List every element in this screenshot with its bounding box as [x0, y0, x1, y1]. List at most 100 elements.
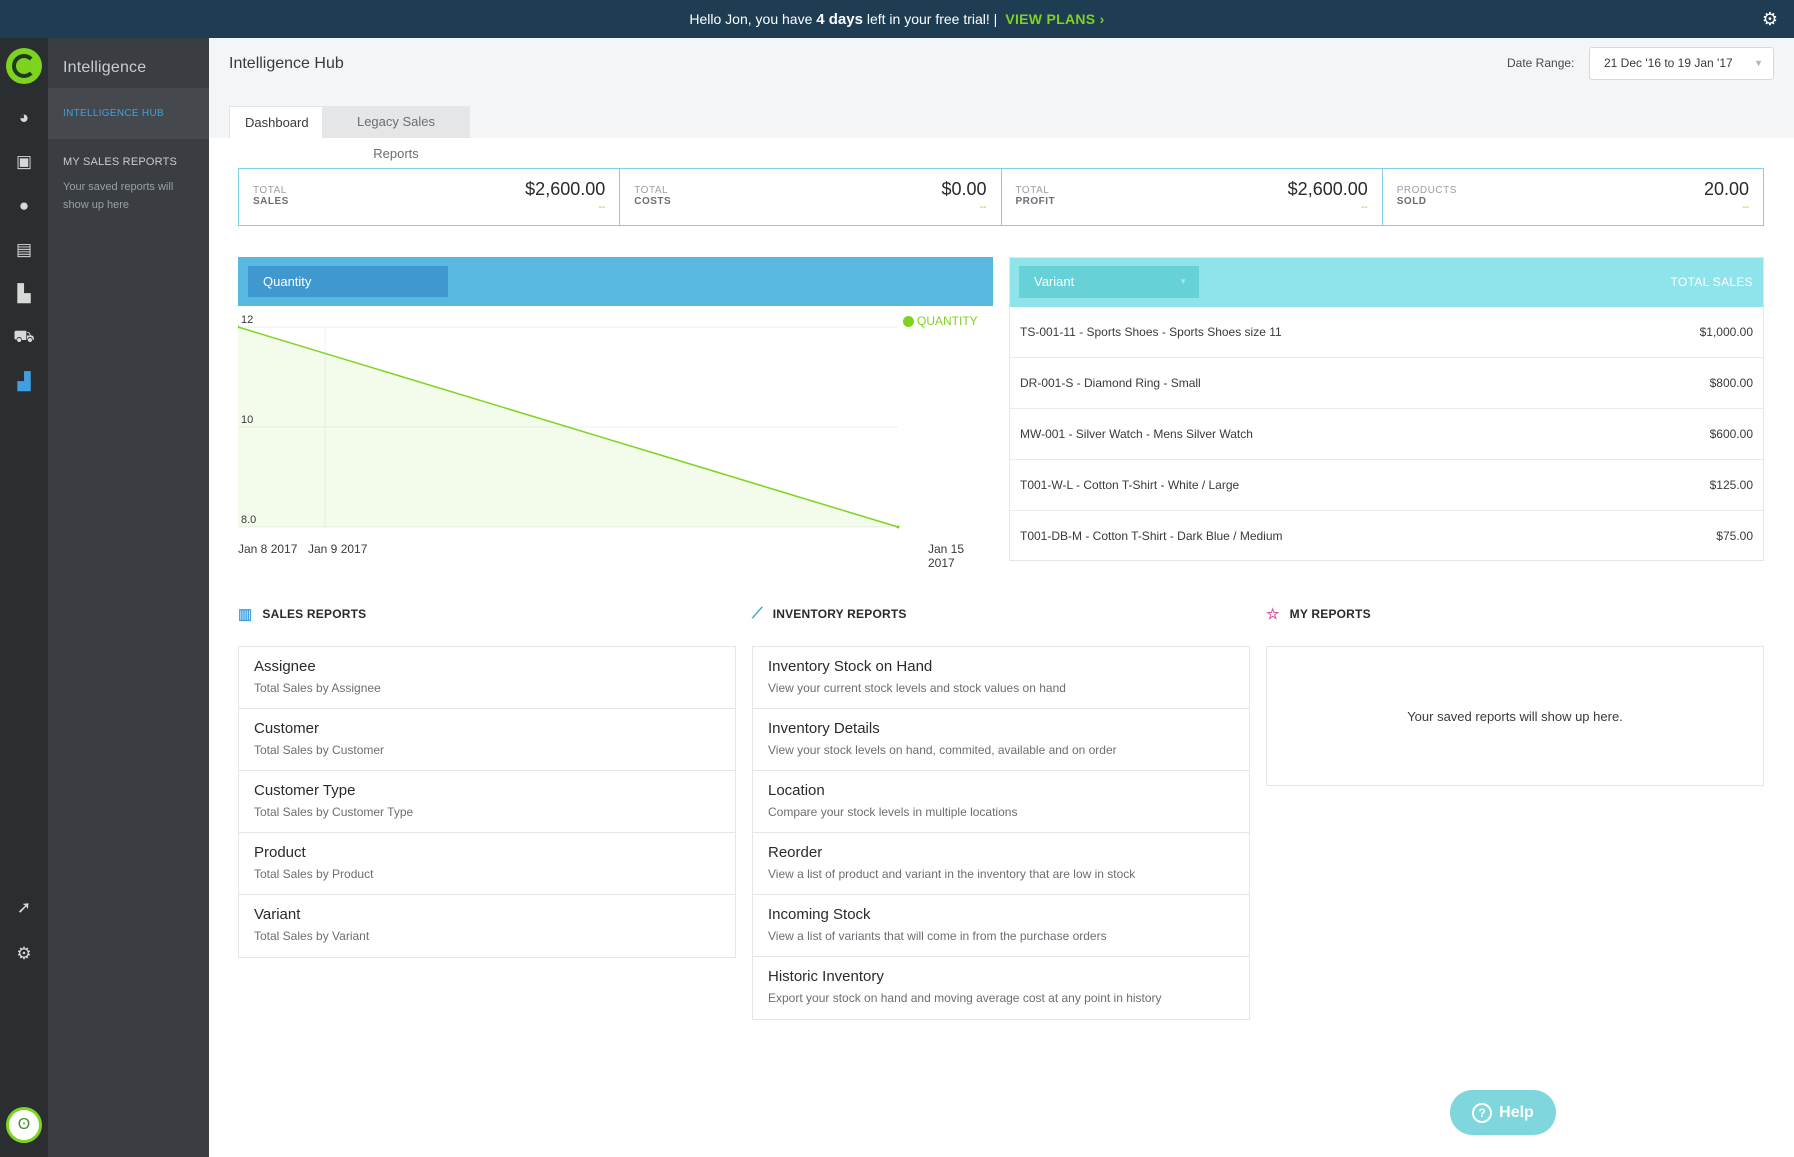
analytics-chart-icon[interactable]: ▟ [0, 364, 48, 400]
report-title: Product [254, 844, 306, 861]
list-item[interactable]: Assignee Total Sales by Assignee [239, 647, 735, 709]
list-item[interactable]: Reorder View a list of product and varian… [753, 833, 1249, 895]
app-logo-icon[interactable] [6, 48, 42, 84]
tab-legacy-sales-reports[interactable]: Legacy Sales Reports [322, 106, 470, 161]
tab-dashboard[interactable]: Dashboard [229, 106, 325, 138]
chevron-down-icon: ▼ [1179, 277, 1187, 286]
help-button[interactable]: ? Help [1450, 1090, 1556, 1135]
date-range-value: 21 Dec '16 to 19 Jan '17 [1604, 56, 1733, 70]
report-title: Location [768, 782, 825, 799]
date-range-picker[interactable]: 21 Dec '16 to 19 Jan '17 ▼ [1589, 47, 1774, 80]
my-reports-heading: ☆ MY REPORTS [1266, 605, 1371, 623]
dashboard-icon[interactable]: ◕ [0, 100, 48, 136]
trial-greeting: Hello Jon, you have 4 days left in your … [689, 10, 998, 28]
section-sidebar: Intelligence INTELLIGENCE HUB MY SALES R… [48, 38, 209, 1157]
report-desc: View a list of variants that will come i… [768, 929, 1107, 943]
stat-label-top: TOTAL [1015, 185, 1050, 196]
list-item[interactable]: Historic Inventory Export your stock on h… [753, 957, 1249, 1019]
trial-banner: Hello Jon, you have 4 days left in your … [0, 0, 1794, 38]
x-tick-label: Jan 8 2017 [238, 542, 298, 556]
list-item[interactable]: Location Compare your stock levels in mul… [753, 771, 1249, 833]
section-title: MY REPORTS [1289, 607, 1371, 621]
list-item[interactable]: Customer Type Total Sales by Customer Typ… [239, 771, 735, 833]
y-tick-label: 8.0 [241, 514, 257, 526]
variant-name: TS-001-11 - Sports Shoes - Sports Shoes … [1020, 325, 1282, 339]
inventory-icon[interactable]: ▙ [0, 276, 48, 312]
orders-document-icon[interactable]: ▤ [0, 232, 48, 268]
chevron-down-icon: ▼ [1754, 58, 1763, 68]
stat-total-profit: TOTAL PROFIT $2,600.00 -- [1002, 169, 1383, 225]
report-desc: Total Sales by Variant [254, 929, 370, 943]
products-box-icon[interactable]: ▣ [0, 144, 48, 180]
report-title: Reorder [768, 844, 823, 861]
stat-value: 20.00 [1703, 179, 1749, 199]
report-desc: Total Sales by Customer Type [254, 805, 414, 819]
report-title: Customer [254, 720, 320, 737]
variant-toolbar: Variant ▼ TOTAL SALES [1010, 258, 1763, 307]
table-row[interactable]: T001-DB-M - Cotton T-Shirt - Dark Blue /… [1010, 511, 1763, 562]
chart-legend[interactable]: QUANTITY [903, 314, 978, 328]
report-title: Customer Type [254, 782, 356, 799]
table-row[interactable]: T001-W-L - Cotton T-Shirt - White / Larg… [1010, 460, 1763, 511]
settings-gear-icon[interactable]: ⚙ [0, 936, 48, 972]
stat-value: $0.00 [941, 179, 987, 199]
cart-icon[interactable]: ⛟ [0, 320, 48, 356]
table-row[interactable]: MW-001 - Silver Watch - Mens Silver Watc… [1010, 409, 1763, 460]
stat-label-top: PRODUCTS [1396, 185, 1457, 196]
report-desc: Total Sales by Product [254, 867, 374, 881]
stat-delta: -- [598, 202, 606, 213]
quantity-chart [238, 325, 900, 529]
stat-label-top: TOTAL [253, 185, 287, 196]
legend-label: QUANTITY [917, 314, 978, 328]
pointer-icon[interactable]: ➚ [0, 890, 48, 926]
table-row[interactable]: TS-001-11 - Sports Shoes - Sports Shoes … [1010, 307, 1763, 358]
page-header: Intelligence Hub Date Range: 21 Dec '16 … [209, 38, 1794, 161]
gear-icon[interactable]: ⚙ [1762, 9, 1778, 30]
inventory-reports-list: Inventory Stock on Hand View your current… [752, 646, 1250, 1020]
question-icon: ? [1472, 1102, 1493, 1123]
table-row[interactable]: DR-001-S - Diamond Ring - Small $800.00 [1010, 358, 1763, 409]
quantity-point[interactable] [896, 525, 900, 529]
list-item[interactable]: Incoming Stock View a list of variants th… [753, 895, 1249, 957]
report-desc: Compare your stock levels in multiple lo… [768, 805, 1018, 819]
view-plans-link[interactable]: VIEW PLANS › [1005, 11, 1104, 27]
stat-label-bottom: SALES [253, 196, 289, 207]
line-chart-icon: ⟋ [752, 605, 763, 622]
stat-delta: -- [1361, 202, 1368, 213]
report-desc: Total Sales by Assignee [254, 681, 381, 695]
variant-amount: $75.00 [1716, 529, 1753, 543]
stat-delta: -- [979, 202, 987, 213]
list-item[interactable]: Product Total Sales by Product [239, 833, 735, 895]
report-title: Inventory Details [768, 720, 880, 737]
variant-name: MW-001 - Silver Watch - Mens Silver Watc… [1020, 427, 1253, 441]
x-tick-label: Jan 15 2017 [928, 542, 965, 570]
contacts-user-icon[interactable]: ● [0, 188, 48, 224]
stat-value: $2,600.00 [525, 179, 606, 199]
sidebar-item-intelligence-hub[interactable]: INTELLIGENCE HUB [48, 88, 209, 139]
list-item[interactable]: Variant Total Sales by Variant [239, 895, 735, 957]
variant-name: T001-W-L - Cotton T-Shirt - White / Larg… [1020, 478, 1240, 492]
variant-name: DR-001-S - Diamond Ring - Small [1020, 376, 1201, 390]
stat-value: $2,600.00 [1287, 179, 1368, 199]
report-desc: View a list of product and variant in th… [768, 867, 1136, 881]
icon-rail: ◕ ▣ ● ▤ ▙ ⛟ ▟ ➚ ⚙ ʘ [0, 38, 48, 1157]
sidebar-my-sales-reports[interactable]: MY SALES REPORTS [48, 139, 209, 168]
variant-select-label: Variant [1034, 274, 1075, 289]
list-item[interactable]: Customer Total Sales by Customer [239, 709, 735, 771]
bar-chart-icon: ▥ [238, 606, 253, 623]
report-desc: View your current stock levels and stock… [768, 681, 1066, 695]
kpi-stats: TOTAL SALES $2,600.00 -- TOTAL COSTS $0.… [238, 168, 1764, 226]
variant-amount: $1,000.00 [1699, 325, 1753, 339]
stat-total-costs: TOTAL COSTS $0.00 -- [620, 169, 1002, 225]
stat-label-bottom: SOLD [1396, 196, 1427, 207]
sales-reports-list: Assignee Total Sales by Assignee Customer… [238, 646, 736, 958]
main-content: Intelligence Hub Date Range: 21 Dec '16 … [209, 38, 1794, 1157]
list-item[interactable]: Inventory Details View your stock levels … [753, 709, 1249, 771]
user-avatar[interactable]: ʘ [6, 1107, 42, 1143]
variant-group-select[interactable]: Variant ▼ [1019, 266, 1199, 298]
page-title: Intelligence Hub [229, 55, 344, 72]
list-item[interactable]: Inventory Stock on Hand View your current… [753, 647, 1249, 709]
report-title: Variant [254, 906, 301, 923]
x-tick-label: Jan 9 2017 [308, 542, 368, 556]
report-title: Incoming Stock [768, 906, 871, 923]
